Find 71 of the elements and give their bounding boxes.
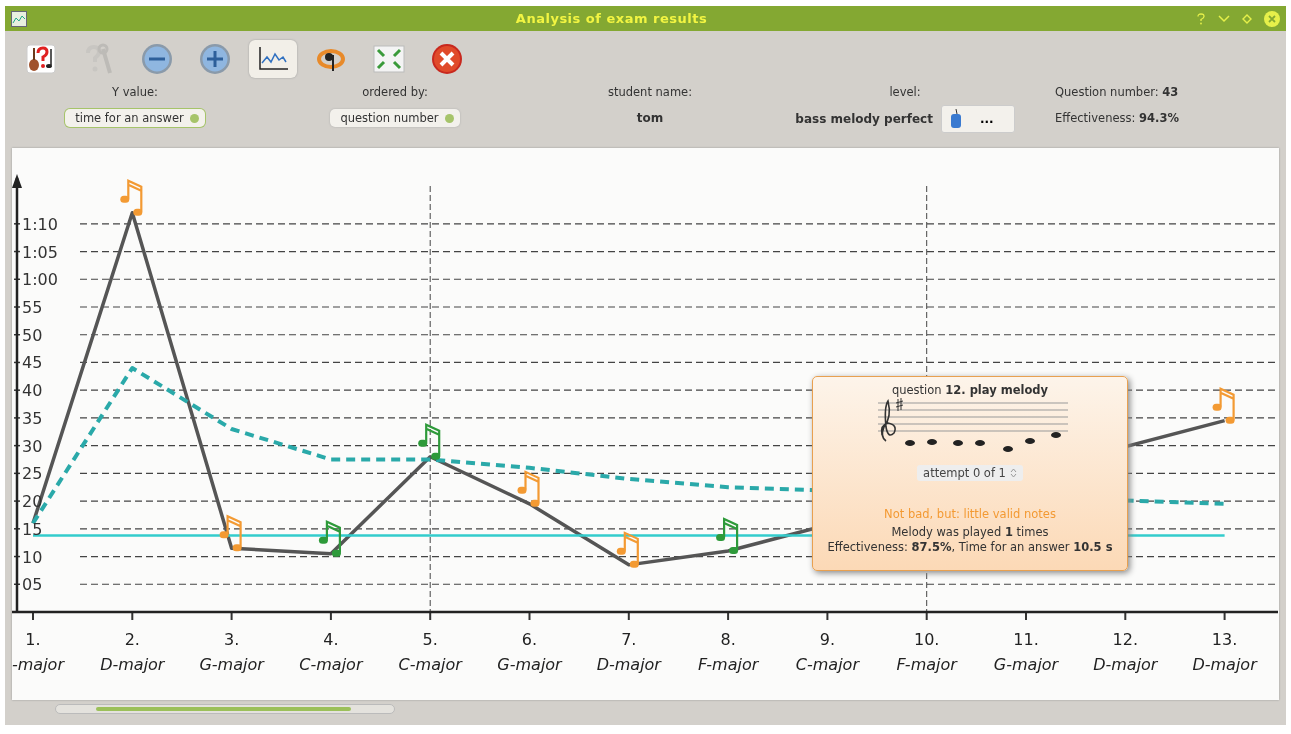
key-label: C-major [398,655,462,674]
key-label: -major [12,655,64,674]
y-tick-label: 1:05 [22,242,58,262]
scrollbar-thumb[interactable] [96,707,351,711]
y-tick-label: 1:00 [22,270,58,290]
y-tick-label: 30 [22,436,43,456]
jar-icon [949,109,962,129]
attempt-spinbox[interactable]: attempt 0 of 1 [917,465,1023,481]
key-label: D-major [1093,655,1158,674]
y-tick-label: 05 [22,575,43,595]
key-label: F-major [697,655,759,674]
x-tick-label: 13. [1211,630,1238,649]
y-value-dropdown[interactable]: time for an answer [65,109,205,127]
diamond-icon[interactable] [1242,13,1252,24]
help-icon[interactable] [1196,12,1206,25]
student-name: tom [636,111,664,125]
zoom-in-icon [199,43,231,75]
ordered-by-label: ordered by: [362,85,428,99]
question-number-text: Question number: 43 [1055,85,1179,99]
y-tick-label: 15 [22,519,43,539]
x-tick-label: 11. [1013,630,1039,649]
spin-arrows-icon [1009,468,1017,478]
key-label: F-major [896,655,957,674]
x-tick-label: 3. [223,630,240,649]
x-tick-label: 12. [1112,630,1139,649]
key-label: G-major [199,655,264,674]
fullscreen-icon [373,45,405,73]
window-title: Analysis of exam results [514,11,709,26]
level-name: bass melody perfect [795,112,933,126]
y-tick-label: 40 [22,381,43,401]
y-tick-label: 55 [22,298,43,317]
ordered-by-dropdown[interactable]: question number [330,109,460,127]
x-tick-label: 8. [720,630,736,649]
y-tick-label: 10 [22,547,43,567]
key-label: C-major [299,655,363,674]
zoom-out-icon [141,43,173,75]
level-label: level: [889,85,921,99]
line-chart-icon [256,45,290,73]
x-tick-label: 7. [621,630,637,649]
key-label: G-major [497,655,562,674]
guitar-question-icon [25,43,57,75]
y-tick-label: 35 [22,408,43,428]
x-tick-label: 4. [323,630,339,649]
effectiveness-text: Effectiveness: 94.3% [1055,111,1179,125]
chart-icon [11,10,27,27]
y-tick-label: 45 [22,353,43,373]
chevron-down-icon[interactable] [1218,14,1230,23]
y-tick-label: 50 [22,325,43,345]
level-button[interactable]: ... [940,105,1015,133]
y-tick-label: 25 [22,464,43,484]
close-icon[interactable] [1264,10,1280,27]
x-tick-label: 2. [124,630,140,649]
x-tick-label: 6. [521,630,538,649]
x-tick-label: 5. [422,630,438,649]
played-text: Melody was played 1 times [891,525,1049,539]
x-tick-label: 9. [819,630,836,649]
key-label: D-major [100,655,165,674]
student-name-label: student name: [607,85,693,99]
key-label: D-major [1192,655,1257,674]
key-label: D-major [596,655,661,674]
y-tick-label: 1:10 [22,214,58,234]
y-value-label: Y value: [112,85,158,99]
verdict-text: Not bad, but: little valid notes [884,507,1056,521]
result-text: Effectiveness: 87.5%, Time for an answer 10.5 s [827,540,1113,554]
close-icon [431,43,463,75]
key-label: G-major [993,655,1059,674]
x-tick-label: 1. [25,630,41,649]
chart-tool-button[interactable] [249,40,297,78]
tooltip-title: question 12. play melody [891,383,1049,397]
key-label: C-major [795,655,859,674]
x-tick-label: 10. [913,630,940,649]
